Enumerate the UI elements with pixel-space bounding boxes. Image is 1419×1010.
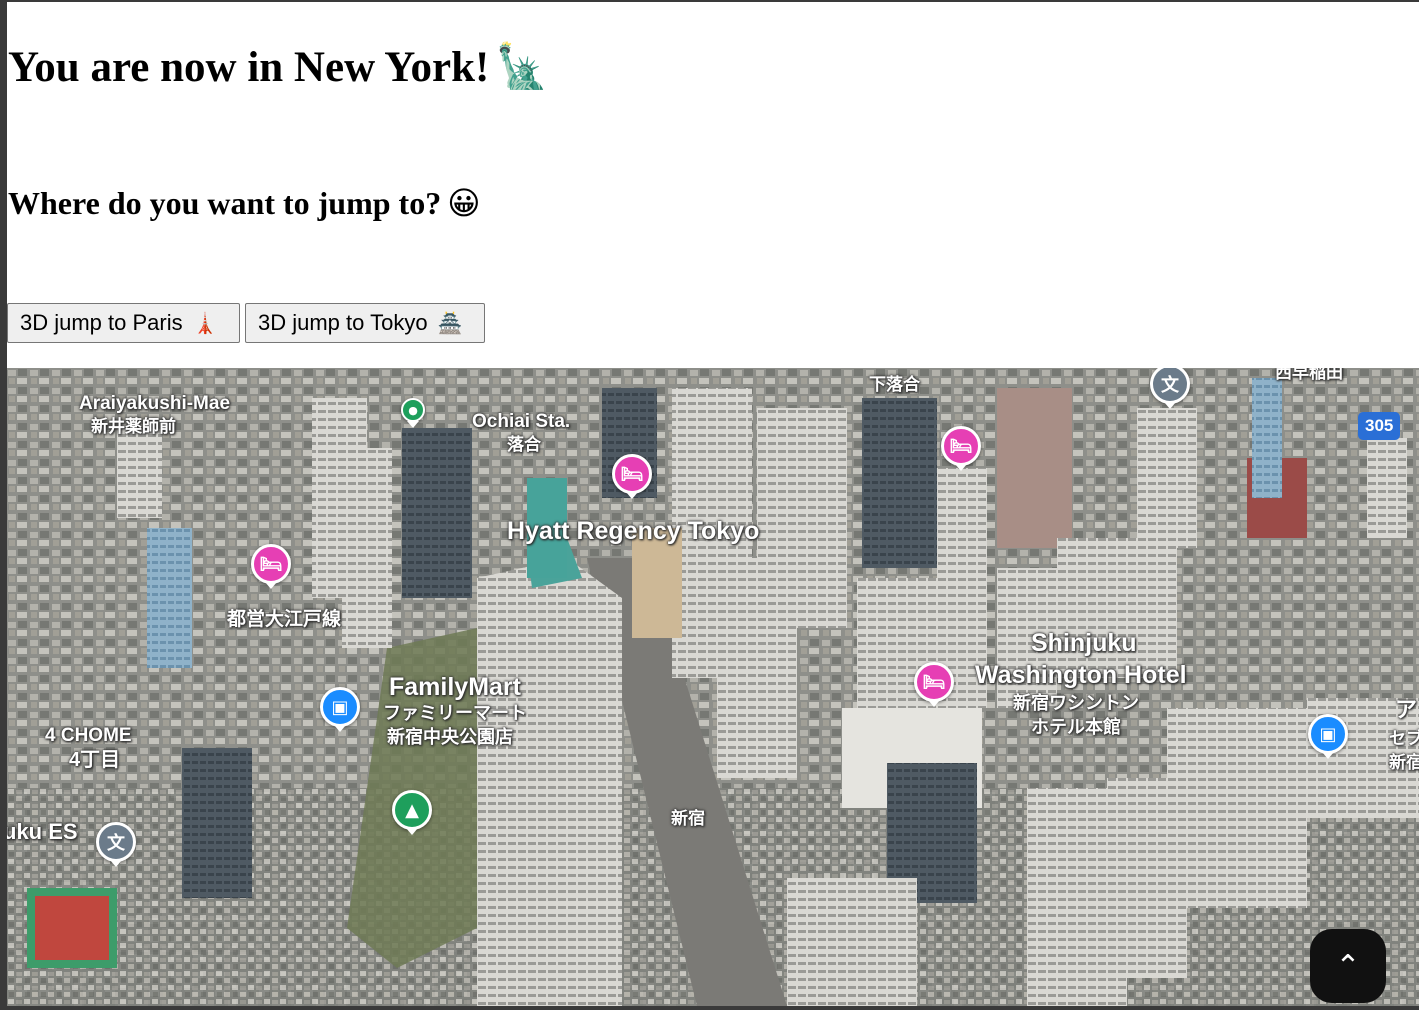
map-label-hyatt-regency: Hyatt Regency Tokyo — [507, 517, 760, 545]
jump-to-tokyo-label: 3D jump to Tokyo — [258, 310, 428, 335]
map-label-shinjuku-jp: 新宿 — [671, 809, 705, 828]
shop-icon[interactable]: ▣ — [320, 687, 360, 727]
map-label-ochiai-jp: 落合 — [507, 435, 541, 454]
hotel-icon[interactable]: 🛏 — [251, 544, 291, 584]
tree-icon[interactable]: ● — [401, 398, 425, 422]
jump-to-paris-button[interactable]: 3D jump to Paris 🗼 — [7, 303, 240, 343]
chevron-up-icon: ⌃ — [1335, 948, 1361, 984]
page: You are now in New York! 🗽 Where do you w… — [7, 2, 1419, 1006]
scroll-to-top-button[interactable]: ⌃ — [1310, 929, 1386, 1003]
map-label-washington-hotel: Washington Hotel — [975, 661, 1187, 689]
grinning-face-icon: 😀 — [447, 184, 481, 222]
park-icon[interactable]: ▲ — [392, 790, 432, 830]
map-label-4-chome: 4 CHOME — [45, 725, 132, 746]
map-label-araiyakushi: Araiyakushi-Mae — [79, 393, 231, 414]
jump-to-paris-label: 3D jump to Paris — [20, 310, 183, 335]
map-label-washington-jp2: ホテル本館 — [1031, 717, 1121, 737]
map-3d-view[interactable]: Araiyakushi-Mae 新井薬師前 Ochiai Sta. 落合 下落合… — [7, 368, 1419, 1006]
statue-of-liberty-icon: 🗽 — [495, 42, 549, 92]
map-label-familymart: FamilyMart — [389, 673, 521, 701]
map-label-washington-jp1: 新宿ワシントン — [1013, 693, 1139, 713]
map-label-4-chome-jp: 4丁目 — [69, 749, 121, 771]
hotel-icon[interactable]: 🛏 — [914, 662, 954, 702]
jump-to-tokyo-button[interactable]: 3D jump to Tokyo 🏯 — [245, 303, 485, 343]
hotel-icon[interactable]: 🛏 — [941, 426, 981, 466]
map-label-right-edge-3: 新宿 — [1389, 753, 1419, 772]
map-label-uku-es: uku ES — [7, 819, 78, 844]
map-label-right-edge-1: ア — [1395, 697, 1418, 722]
hotel-icon[interactable]: 🛏 — [612, 454, 652, 494]
page-title: You are now in New York! 🗽 — [8, 42, 549, 92]
map-label-familymart-jp1: ファミリーマート — [383, 703, 527, 723]
route-number-badge: 305 — [1358, 412, 1401, 440]
map-terrain — [7, 368, 1419, 1006]
map-label-shinjuku: Shinjuku — [1031, 629, 1137, 657]
map-label-oedo-line: 都営大江戸線 — [227, 609, 342, 630]
shop-icon[interactable]: ▣ — [1308, 714, 1348, 754]
map-label-araiyakushi-jp: 新井薬師前 — [91, 417, 176, 436]
pagoda-icon: 🏯 — [437, 311, 463, 335]
page-subtitle: Where do you want to jump to? 😀 — [8, 184, 481, 222]
map-label-right-edge-2: セブ — [1389, 729, 1419, 748]
map-label-ochiai: Ochiai Sta. — [472, 411, 571, 432]
map-label-familymart-jp2: 新宿中央公園店 — [387, 727, 513, 747]
map-label-top-right-jp: 西早稲田 — [1275, 368, 1343, 382]
map-label-shimo-ochiai-jp: 下落合 — [869, 375, 920, 394]
tokyo-tower-icon: 🗼 — [192, 311, 218, 335]
school-icon[interactable]: 文 — [96, 822, 136, 862]
